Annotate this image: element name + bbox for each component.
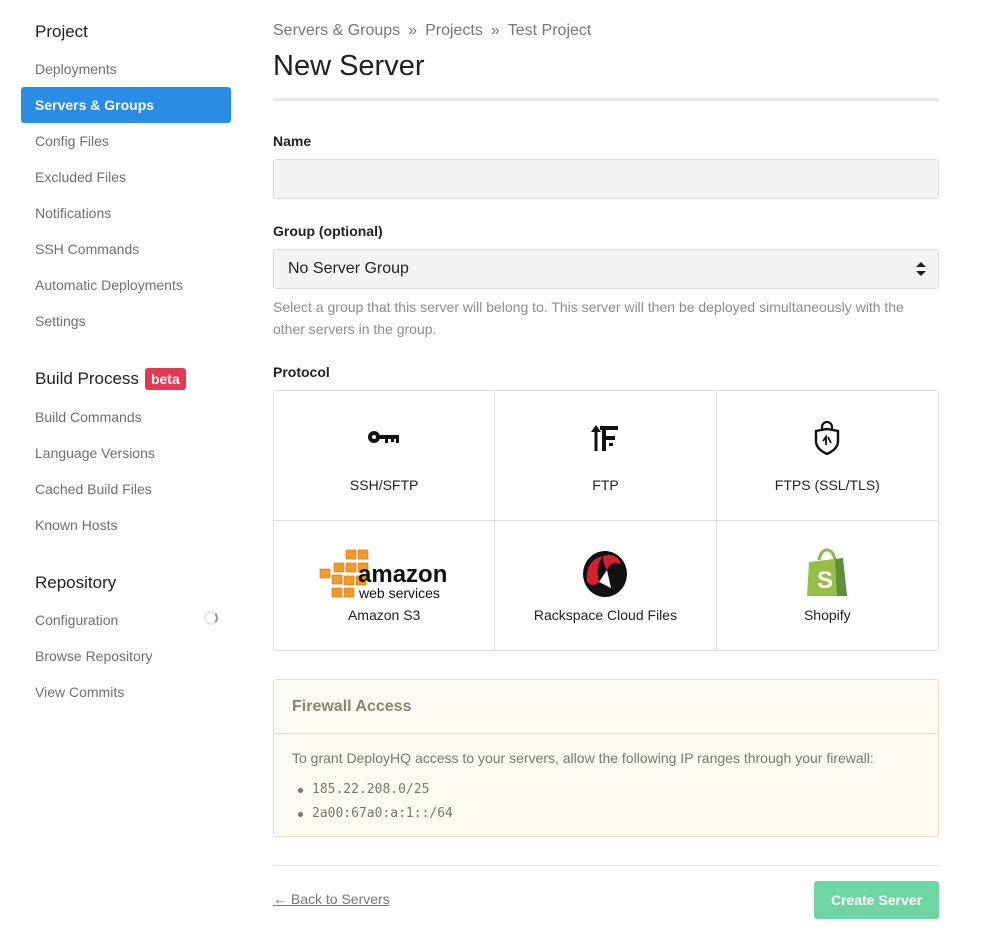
firewall-title: Firewall Access [274,680,938,734]
sidebar-item-deployments[interactable]: Deployments [21,51,231,87]
sidebar-item-language-versions[interactable]: Language Versions [21,435,231,471]
sidebar-item-view-commits[interactable]: View Commits [21,674,231,710]
firewall-text: To grant DeployHQ access to your servers… [292,750,874,766]
sidebar-section-build: Build Process beta [35,368,186,390]
breadcrumb-separator: » [408,22,418,39]
protocol-grid: SSH/SFTP FTP FTPS (SSL/TLS) amazon web s… [273,390,939,651]
protocol-label-ftps: FTPS (SSL/TLS) [774,477,880,493]
sidebar-section-repository: Repository [35,573,116,593]
sidebar-item-ssh-commands[interactable]: SSH Commands [21,231,231,267]
rackspace-logo-icon [583,550,628,597]
select-arrows-icon [916,262,926,276]
amazon-logo-text: amazon [358,561,447,588]
sidebar-item-automatic-deployments[interactable]: Automatic Deployments [21,267,231,303]
footer-divider [273,865,939,866]
sidebar-item-config-files[interactable]: Config Files [21,123,231,159]
protocol-label-ftp: FTP [592,477,619,493]
svg-text:S: S [817,567,833,594]
ip-range-item: 2a00:67a0:a:1::/64 [296,802,453,826]
create-server-button[interactable]: Create Server [814,881,939,919]
protocol-amazon-s3[interactable]: amazon web services Amazon S3 [274,520,496,650]
group-help-text: Select a group that this server will bel… [273,299,904,337]
breadcrumb-test-project[interactable]: Test Project [508,22,592,39]
name-label: Name [273,133,312,149]
amazon-web-services-logo-icon: amazon web services [319,549,448,601]
title-divider [273,98,939,101]
shopify-bag-icon: S [807,547,848,596]
section-title: Project [35,22,88,41]
page-title: New Server [273,50,425,82]
protocol-ssh-sftp[interactable]: SSH/SFTP [274,391,496,521]
beta-badge: beta [144,368,186,390]
protocol-label-shopify: Shopify [803,606,851,623]
breadcrumb-projects[interactable]: Projects [425,22,483,39]
group-selected-value: No Server Group [288,260,409,277]
protocol-label-rackspace: Rackspace Cloud Files [533,606,678,623]
protocol-label-amazon: Amazon S3 [347,606,421,623]
sidebar-item-known-hosts[interactable]: Known Hosts [21,507,231,543]
firewall-access-panel: Firewall Access To grant DeployHQ access… [273,679,939,837]
shield-lock-icon [815,421,840,455]
sidebar-item-servers-groups[interactable]: Servers & Groups [21,87,231,123]
back-to-servers-link[interactable]: ← Back to Servers [273,891,390,907]
ip-range-item: 185.22.208.0/25 [296,778,453,802]
protocol-label-ssh: SSH/SFTP [349,477,419,493]
firewall-ip-list: 185.22.208.0/25 2a00:67a0:a:1::/64 [296,778,453,826]
sidebar-item-settings[interactable]: Settings [21,303,231,339]
sidebar-item-build-commands[interactable]: Build Commands [21,399,231,435]
protocol-ftp[interactable]: FTP [495,391,717,521]
key-icon [368,431,400,443]
section-title: Repository [35,573,117,592]
loading-spinner-icon [204,611,218,625]
protocol-rackspace[interactable]: Rackspace Cloud Files [495,520,717,650]
sidebar-item-configuration[interactable]: Configuration [21,602,231,638]
breadcrumb-separator: » [490,22,500,39]
sidebar-item-excluded-files[interactable]: Excluded Files [21,159,231,195]
breadcrumb: Servers & Groups » Projects » Test Project [273,22,591,40]
ftp-icon [591,425,619,451]
protocol-shopify[interactable]: S Shopify [717,521,938,651]
sidebar-item-cached-build-files[interactable]: Cached Build Files [21,471,231,507]
section-title: Build Process [35,369,139,388]
sidebar-item-browse-repository[interactable]: Browse Repository [21,638,231,674]
name-input[interactable] [273,159,939,199]
web-services-logo-text: web services [358,585,440,601]
sidebar-section-project: Project [35,22,88,42]
sidebar-item-notifications[interactable]: Notifications [21,195,231,231]
protocol-label: Protocol [273,364,330,380]
protocol-ftps[interactable]: FTPS (SSL/TLS) [716,391,938,521]
group-select[interactable]: No Server Group [273,249,939,289]
group-label: Group (optional) [273,223,383,239]
breadcrumb-servers-groups[interactable]: Servers & Groups [273,22,400,39]
